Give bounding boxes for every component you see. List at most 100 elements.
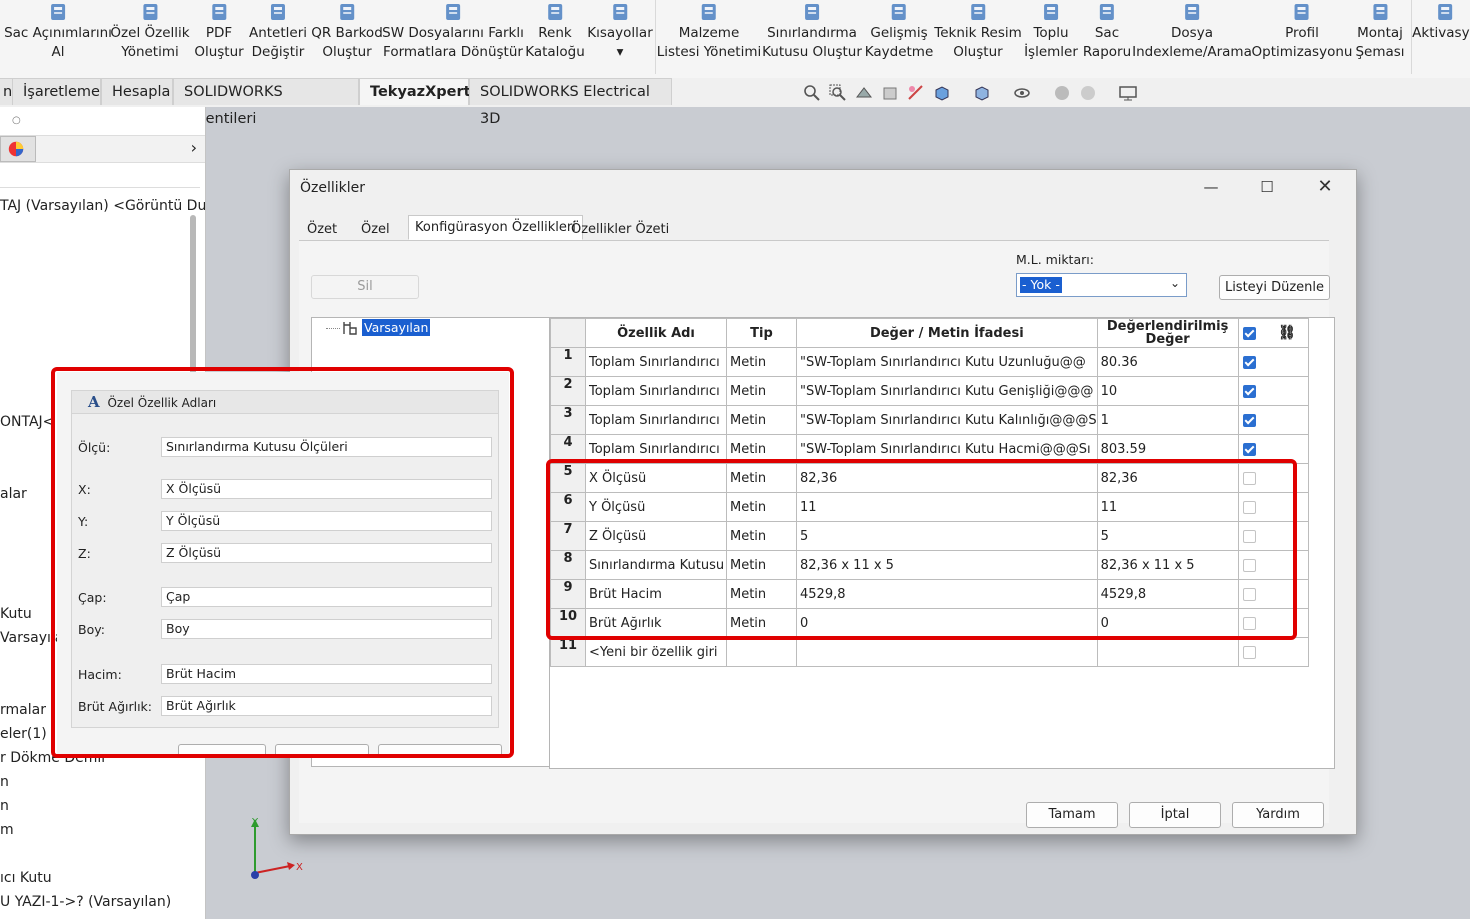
row-checkbox[interactable] (1242, 587, 1256, 601)
row-number[interactable]: 10 (550, 608, 586, 638)
type-cell[interactable]: Metin (726, 492, 797, 522)
row-number[interactable]: 3 (550, 405, 586, 435)
ribbon-button-4[interactable]: QR Barkod Oluştur (311, 2, 383, 62)
link-cell[interactable] (1237, 608, 1309, 638)
view-orientation-icon[interactable] (932, 83, 952, 107)
popup-button-2[interactable] (275, 744, 369, 758)
table-row[interactable]: 4 Toplam Sınırlandırıcı Metin "SW-Toplam Sı… (550, 434, 1309, 464)
tree-item[interactable]: n (0, 774, 9, 790)
ribbon-button-0[interactable]: Sac Açınımlarını Al (4, 2, 112, 62)
property-name-cell[interactable]: Brüt Ağırlık (585, 608, 727, 638)
tab-4[interactable]: TekyazXpert (359, 78, 471, 105)
select-all-checkbox[interactable] (1242, 327, 1256, 340)
tree-item[interactable]: alar (0, 486, 27, 502)
tab-2[interactable]: Hesapla (101, 78, 173, 105)
property-name-field[interactable]: Brüt Ağırlık (161, 696, 492, 716)
property-name-field[interactable]: Sınırlandırma Kutusu Ölçüleri (161, 437, 492, 457)
row-checkbox[interactable] (1242, 645, 1256, 659)
zoom-fit-icon[interactable] (802, 83, 822, 107)
property-name-field[interactable]: X Ölçüsü (161, 479, 492, 499)
table-row[interactable]: 1 Toplam Sınırlandırıcı Metin "SW-Toplam Sı… (550, 347, 1309, 377)
zoom-area-icon[interactable] (828, 83, 848, 107)
table-row[interactable]: 9 Brüt Hacim Metin 4529,8 4529,8 (550, 579, 1309, 609)
appearance-tab-icon[interactable] (0, 136, 36, 162)
row-number[interactable]: 1 (550, 347, 586, 377)
help-button[interactable]: Yardım (1232, 802, 1324, 828)
table-row[interactable]: 2 Toplam Sınırlandırıcı Metin "SW-Toplam Sı… (550, 376, 1309, 406)
property-name-cell[interactable]: Brüt Hacim (585, 579, 727, 609)
popup-button-3[interactable] (378, 744, 502, 758)
link-cell[interactable] (1237, 463, 1309, 493)
value-cell[interactable]: 11 (796, 492, 1098, 522)
tab-properties-summary[interactable]: Özellikler Özeti (564, 217, 676, 240)
link-cell[interactable] (1237, 405, 1309, 435)
ribbon-button-9[interactable]: Sınırlandırma Kutusu Oluştur (762, 2, 862, 62)
tree-filter[interactable] (0, 163, 200, 188)
link-cell[interactable] (1237, 637, 1309, 667)
property-name-cell[interactable]: Y Ölçüsü (585, 492, 727, 522)
ribbon-button-3[interactable]: Antetleri Değiştir (249, 2, 307, 62)
row-number[interactable]: 2 (550, 376, 586, 406)
ml-quantity-select[interactable]: - Yok - ⌄ (1016, 273, 1187, 297)
ribbon-button-1[interactable]: Özel Özellik Yönetimi (110, 2, 190, 62)
type-cell[interactable]: Metin (726, 579, 797, 609)
property-name-field[interactable]: Boy (161, 619, 492, 639)
property-name-cell[interactable]: Toplam Sınırlandırıcı (585, 434, 727, 464)
tree-item[interactable]: eler(1) (0, 726, 47, 742)
property-name-cell[interactable]: Toplam Sınırlandırıcı (585, 376, 727, 406)
type-cell[interactable]: Metin (726, 434, 797, 464)
row-checkbox[interactable] (1242, 471, 1256, 485)
value-cell[interactable] (796, 637, 1098, 667)
ribbon-button-13[interactable]: Sac Raporu (1083, 2, 1131, 62)
ribbon-button-14[interactable]: Dosya Indexleme/Arama (1132, 2, 1252, 62)
popup-button-1[interactable] (178, 744, 266, 758)
type-cell[interactable]: Metin (726, 347, 797, 377)
row-checkbox[interactable] (1242, 384, 1256, 398)
tab-summary[interactable]: Özet (300, 217, 344, 240)
value-cell[interactable]: 0 (796, 608, 1098, 638)
tab-3[interactable]: SOLIDWORKS Eklentileri (173, 78, 359, 127)
ribbon-button-16[interactable]: Montaj Şeması (1355, 2, 1405, 62)
property-name-cell[interactable]: Sınırlandırma Kutusu (585, 550, 727, 580)
table-row[interactable]: 11 <Yeni bir özellik giri (550, 637, 1309, 667)
edit-appearance-icon[interactable] (1052, 83, 1072, 107)
table-row[interactable]: 8 Sınırlandırma Kutusu Metin 82,36 x 11 x 5… (550, 550, 1309, 580)
table-row[interactable]: 3 Toplam Sınırlandırıcı Metin "SW-Toplam Sı… (550, 405, 1309, 435)
property-name-cell[interactable]: X Ölçüsü (585, 463, 727, 493)
value-cell[interactable]: 82,36 x 11 x 5 (796, 550, 1098, 580)
link-cell[interactable] (1237, 434, 1309, 464)
table-row[interactable]: 6Y Ölçüsü Metin 11 11 (550, 492, 1309, 522)
ribbon-button-12[interactable]: Toplu İşlemler (1024, 2, 1078, 62)
value-cell[interactable]: "SW-Toplam Sınırlandırıcı Kutu Genişliği… (796, 376, 1098, 406)
tree-item[interactable]: m (0, 822, 14, 838)
row-checkbox[interactable] (1242, 558, 1256, 572)
value-cell[interactable]: 4529,8 (796, 579, 1098, 609)
ribbon-button-8[interactable]: Malzeme Listesi Yönetimi (657, 2, 761, 62)
hide-show-items-icon[interactable] (1012, 83, 1032, 107)
link-header[interactable]: ⛓ (1237, 318, 1309, 348)
row-number[interactable]: 8 (550, 550, 586, 580)
ribbon-button-10[interactable]: Gelişmiş Kaydetme (865, 2, 933, 62)
ribbon-button-17[interactable]: Aktivasyo (1412, 2, 1470, 43)
row-checkbox[interactable] (1242, 529, 1256, 543)
chevron-right-icon[interactable]: › (191, 138, 197, 157)
row-checkbox[interactable] (1242, 413, 1256, 427)
property-name-field[interactable]: Brüt Hacim (161, 664, 492, 684)
link-cell[interactable] (1237, 376, 1309, 406)
tree-item[interactable]: Kutu (0, 606, 32, 622)
previous-view-icon[interactable] (854, 83, 874, 107)
row-number[interactable]: 6 (550, 492, 586, 522)
link-cell[interactable] (1237, 550, 1309, 580)
dynamic-annotation-icon[interactable] (906, 83, 926, 107)
type-cell[interactable]: Metin (726, 405, 797, 435)
tab-custom[interactable]: Özel (354, 217, 397, 240)
type-cell[interactable]: Metin (726, 608, 797, 638)
value-cell[interactable]: 5 (796, 521, 1098, 551)
tree-item[interactable]: ıcı Kutu (0, 870, 52, 886)
tab-1[interactable]: İşaretleme (12, 78, 101, 105)
tree-item[interactable]: n (0, 798, 9, 814)
tree-item[interactable]: rmalar (0, 702, 46, 718)
configuration-default[interactable]: Varsayılan (362, 319, 431, 336)
link-cell[interactable] (1237, 521, 1309, 551)
ribbon-button-11[interactable]: Teknik Resim Oluştur (934, 2, 1022, 62)
